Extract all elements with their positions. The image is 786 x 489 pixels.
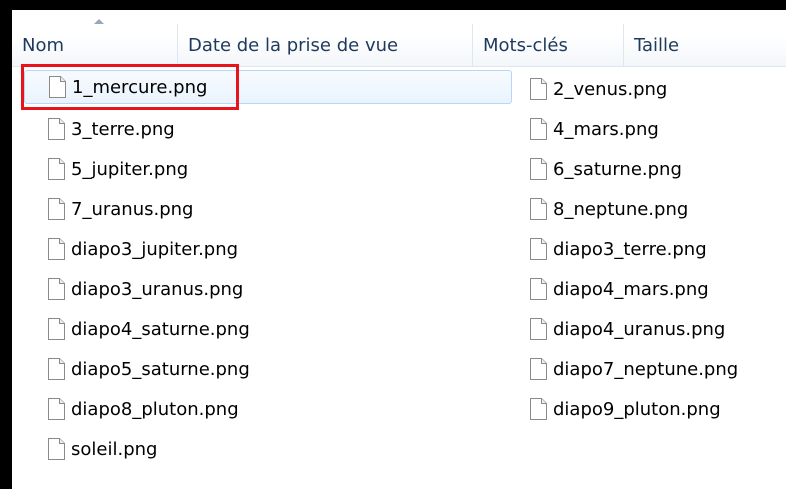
file-item[interactable]: diapo8_pluton.png [24, 392, 512, 426]
file-name: 8_neptune.png [553, 198, 689, 220]
file-item[interactable]: diapo5_saturne.png [24, 352, 512, 386]
file-name: 3_terre.png [71, 118, 175, 140]
file-name: 7_uranus.png [71, 198, 194, 220]
generic-file-icon [530, 278, 547, 300]
file-name: diapo4_saturne.png [71, 318, 250, 340]
file-name: diapo5_saturne.png [71, 358, 250, 380]
column-header-date[interactable]: Date de la prise de vue [178, 10, 480, 66]
generic-file-icon [48, 438, 65, 460]
file-name: diapo4_mars.png [553, 278, 709, 300]
generic-file-icon [48, 118, 65, 140]
file-item[interactable]: 7_uranus.png [24, 192, 512, 226]
file-item[interactable]: 2_venus.png [506, 72, 774, 106]
file-item[interactable]: 8_neptune.png [506, 192, 774, 226]
file-name: 5_jupiter.png [71, 158, 189, 180]
file-item[interactable]: diapo7_neptune.png [506, 352, 774, 386]
file-item[interactable]: diapo4_mars.png [506, 272, 774, 306]
file-name: 4_mars.png [553, 118, 659, 140]
file-name: diapo3_uranus.png [71, 278, 244, 300]
column-header-size[interactable]: Taille [624, 10, 784, 66]
file-name: diapo9_pluton.png [553, 398, 721, 420]
column-header-name-label: Nom [22, 35, 65, 56]
file-item[interactable]: 3_terre.png [24, 112, 512, 146]
generic-file-icon [48, 238, 65, 260]
column-header-tags-label: Mots-clés [483, 35, 568, 56]
file-name: 2_venus.png [553, 78, 668, 100]
file-item[interactable]: diapo4_saturne.png [24, 312, 512, 346]
generic-file-icon [530, 198, 547, 220]
window-border-left [0, 0, 12, 489]
column-header-bar: Nom Date de la prise de vue Mots-clés Ta… [12, 10, 786, 67]
file-item[interactable]: 1_mercure.png [24, 70, 512, 104]
column-header-name[interactable]: Nom [12, 10, 177, 66]
file-name: diapo3_terre.png [553, 238, 707, 260]
file-name: diapo4_uranus.png [553, 318, 726, 340]
file-item[interactable]: 6_saturne.png [506, 152, 774, 186]
generic-file-icon [530, 318, 547, 340]
generic-file-icon [48, 318, 65, 340]
sort-ascending-icon [94, 19, 104, 24]
file-item[interactable]: diapo4_uranus.png [506, 312, 774, 346]
generic-file-icon [530, 358, 547, 380]
file-item[interactable]: 4_mars.png [506, 112, 774, 146]
generic-file-icon [530, 78, 547, 100]
file-name: diapo8_pluton.png [71, 398, 239, 420]
generic-file-icon [530, 118, 547, 140]
file-name: 1_mercure.png [72, 76, 208, 98]
explorer-window: Nom Date de la prise de vue Mots-clés Ta… [0, 0, 786, 489]
generic-file-icon [49, 76, 66, 98]
file-item[interactable]: soleil.png [24, 432, 512, 466]
column-header-date-label: Date de la prise de vue [188, 35, 399, 56]
file-item[interactable]: diapo3_terre.png [506, 232, 774, 266]
file-name: diapo3_jupiter.png [71, 238, 239, 260]
window-border-top [0, 0, 786, 10]
generic-file-icon [48, 398, 65, 420]
file-item[interactable]: 5_jupiter.png [24, 152, 512, 186]
generic-file-icon [530, 238, 547, 260]
file-item[interactable]: diapo3_jupiter.png [24, 232, 512, 266]
generic-file-icon [48, 158, 65, 180]
generic-file-icon [530, 158, 547, 180]
file-name: diapo7_neptune.png [553, 358, 739, 380]
generic-file-icon [48, 278, 65, 300]
column-header-size-label: Taille [634, 35, 680, 56]
generic-file-icon [48, 358, 65, 380]
column-header-tags[interactable]: Mots-clés [473, 10, 623, 66]
file-name: 6_saturne.png [553, 158, 682, 180]
generic-file-icon [530, 398, 547, 420]
file-item[interactable]: diapo3_uranus.png [24, 272, 512, 306]
generic-file-icon [48, 198, 65, 220]
file-item[interactable]: diapo9_pluton.png [506, 392, 774, 426]
file-name: soleil.png [71, 438, 158, 460]
